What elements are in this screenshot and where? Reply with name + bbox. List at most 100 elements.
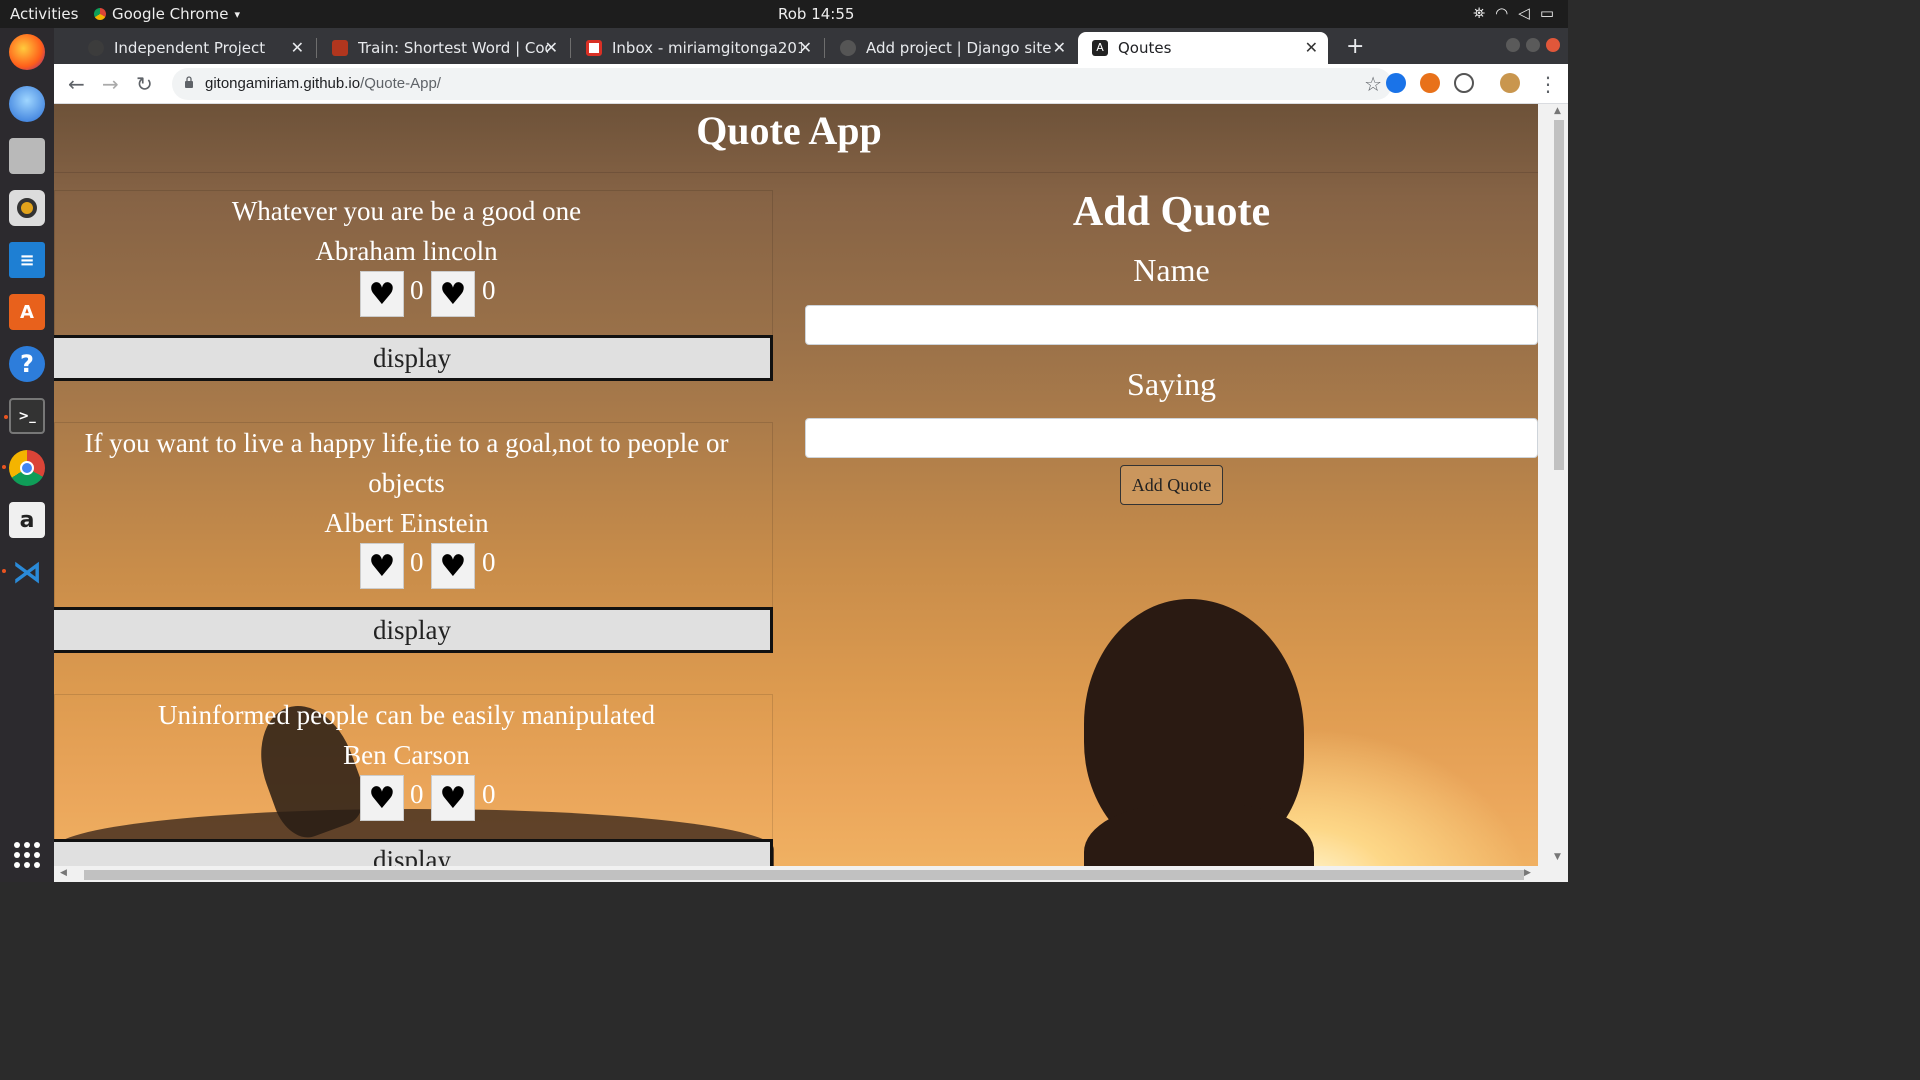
url-text: gitongamiriam.github.io/Quote-App/ — [205, 75, 441, 92]
terminal-icon[interactable]: >_ — [4, 398, 45, 434]
tab-title: Add project | Django site admin — [866, 39, 1056, 57]
name-input[interactable] — [805, 305, 1538, 345]
battery-icon[interactable]: ▭ — [1540, 4, 1554, 22]
scroll-down-arrow-icon[interactable]: ▼ — [1554, 852, 1561, 862]
url-domain: gitongamiriam.github.io — [205, 75, 361, 92]
tab-title: Train: Shortest Word | Codewars — [358, 39, 548, 57]
loading-favicon-icon — [840, 40, 856, 56]
extension-1-icon[interactable] — [1386, 73, 1406, 93]
gmail-favicon-icon — [586, 40, 602, 56]
tab-divider — [316, 38, 317, 58]
writer-icon[interactable]: ≡ — [9, 242, 45, 278]
downvote-count: 0 — [482, 779, 496, 809]
dock: ≡ A ? >_ a ⋊ — [0, 28, 54, 882]
chrome-menu-button[interactable]: ⋮ — [1538, 72, 1558, 96]
system-tray[interactable]: ⛯ ◠ ◁ ▭ — [1473, 4, 1554, 22]
close-icon[interactable]: ✕ — [291, 38, 304, 57]
horizontal-scroll-thumb[interactable] — [84, 870, 1524, 880]
saying-label: Saying — [1127, 366, 1216, 402]
activities-button[interactable]: Activities — [10, 5, 78, 23]
close-icon[interactable]: ✕ — [1053, 38, 1066, 57]
bookmark-star-icon[interactable]: ☆ — [1364, 72, 1382, 96]
upvote-heart-button[interactable]: ♥ — [360, 543, 404, 589]
tab-django-admin[interactable]: Add project | Django site admin ✕ — [826, 32, 1076, 64]
accessibility-icon[interactable]: ⛯ — [1473, 4, 1485, 22]
volume-icon[interactable]: ◁ — [1518, 4, 1530, 22]
quote-text: Uninformed people can be easily manipula… — [157, 700, 656, 730]
tab-divider — [824, 38, 825, 58]
page-viewport: Quote App Whatever you are be a good one… — [54, 104, 1568, 882]
vote-row: ♥ 0 ♥ 0 — [360, 271, 500, 317]
minimize-window-button[interactable] — [1506, 38, 1520, 52]
extension-2-icon[interactable] — [1420, 73, 1440, 93]
scroll-right-arrow-icon[interactable]: ▶ — [1524, 868, 1531, 878]
show-applications-icon[interactable] — [14, 842, 40, 868]
thunderbird-icon[interactable] — [9, 86, 45, 122]
close-icon[interactable]: ✕ — [545, 38, 558, 57]
horizontal-scrollbar[interactable]: ◀ ▶ — [54, 866, 1538, 882]
close-window-button[interactable] — [1546, 38, 1560, 52]
new-tab-button[interactable]: + — [1346, 34, 1364, 59]
downvote-heart-button[interactable]: ♥ — [431, 775, 475, 821]
display-button[interactable]: display — [54, 607, 773, 653]
tab-strip: Independent Project ✕ Train: Shortest Wo… — [54, 28, 1568, 64]
scroll-up-arrow-icon[interactable]: ▲ — [1554, 106, 1561, 116]
back-button[interactable]: ← — [68, 72, 85, 96]
tab-qoutes[interactable]: A Qoutes ✕ — [1078, 32, 1328, 64]
codewars-favicon-icon — [332, 40, 348, 56]
tab-gmail-inbox[interactable]: Inbox - miriamgitonga2019 ✕ — [572, 32, 822, 64]
tab-title: Qoutes — [1118, 39, 1172, 57]
chrome-icon[interactable] — [2, 450, 45, 486]
upvote-heart-button[interactable]: ♥ — [360, 775, 404, 821]
close-icon[interactable]: ✕ — [1305, 38, 1318, 57]
title-divider — [54, 172, 1538, 173]
tab-divider — [570, 38, 571, 58]
display-button[interactable]: display — [54, 335, 773, 381]
upvote-count: 0 — [410, 275, 424, 305]
angular-favicon-icon: A — [1092, 40, 1108, 56]
clock[interactable]: Rob 14:55 — [778, 5, 854, 23]
upvote-count: 0 — [410, 547, 424, 577]
github-favicon-icon — [88, 40, 104, 56]
downvote-heart-button[interactable]: ♥ — [431, 271, 475, 317]
quote-author: Abraham lincoln — [315, 236, 498, 266]
add-quote-heading: Add Quote — [1072, 189, 1271, 235]
app-menu-label: Google Chrome — [112, 5, 229, 23]
upvote-heart-button[interactable]: ♥ — [360, 271, 404, 317]
chevron-down-icon: ▾ — [234, 7, 241, 21]
vertical-scrollbar[interactable]: ▲ ▼ — [1538, 104, 1568, 882]
quote-text: If you want to live a happy life,tie to … — [84, 428, 729, 498]
scroll-left-arrow-icon[interactable]: ◀ — [60, 868, 67, 878]
saying-input[interactable] — [805, 418, 1538, 458]
vscode-icon[interactable]: ⋊ — [2, 554, 45, 590]
close-icon[interactable]: ✕ — [799, 38, 812, 57]
tab-independent-project[interactable]: Independent Project ✕ — [74, 32, 314, 64]
rhythmbox-icon[interactable] — [9, 190, 45, 226]
profile-avatar[interactable] — [1500, 73, 1520, 93]
firefox-icon[interactable] — [9, 34, 45, 70]
wifi-icon[interactable]: ◠ — [1495, 4, 1508, 22]
add-quote-button[interactable]: Add Quote — [1120, 465, 1223, 505]
tab-codewars[interactable]: Train: Shortest Word | Codewars ✕ — [318, 32, 568, 64]
vertical-scroll-thumb[interactable] — [1554, 120, 1564, 470]
address-bar[interactable]: gitongamiriam.github.io/Quote-App/ ☆ — [172, 68, 1392, 100]
downvote-heart-button[interactable]: ♥ — [431, 543, 475, 589]
vote-row: ♥ 0 ♥ 0 — [360, 775, 500, 821]
lock-icon — [185, 76, 193, 88]
quote-text: Whatever you are be a good one — [231, 196, 582, 226]
reload-button[interactable]: ↻ — [136, 72, 153, 96]
help-icon[interactable]: ? — [9, 346, 45, 382]
system-top-bar: Activities Google Chrome ▾ Rob 14:55 ⛯ ◠… — [0, 0, 1568, 28]
tab-title: Independent Project — [114, 39, 266, 57]
page-title: Quote App — [696, 108, 882, 153]
quote-author: Ben Carson — [343, 740, 470, 770]
forward-button[interactable]: → — [102, 72, 119, 96]
files-icon[interactable] — [9, 138, 45, 174]
amazon-icon[interactable]: a — [9, 502, 45, 538]
tab-title: Inbox - miriamgitonga2019 — [612, 39, 802, 57]
extension-3-icon[interactable] — [1454, 73, 1474, 93]
browser-toolbar: ← → ↻ gitongamiriam.github.io/Quote-App/… — [54, 64, 1568, 104]
maximize-window-button[interactable] — [1526, 38, 1540, 52]
app-menu[interactable]: Google Chrome ▾ — [94, 5, 240, 23]
software-center-icon[interactable]: A — [9, 294, 45, 330]
